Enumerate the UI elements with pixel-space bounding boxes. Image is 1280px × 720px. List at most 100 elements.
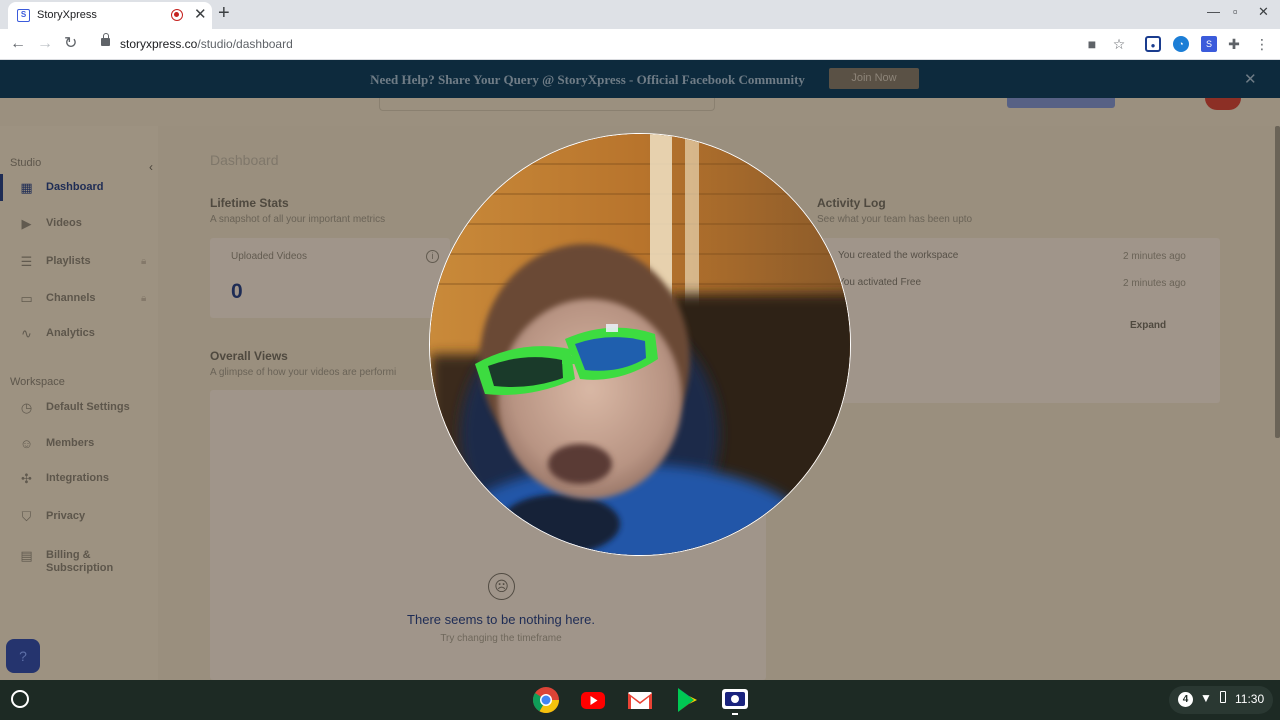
forward-arrow-icon[interactable]: → (37, 34, 53, 54)
analytics-icon: ∿ (21, 326, 32, 341)
info-icon[interactable]: i (426, 250, 439, 263)
video-icon: ▶ (21, 216, 32, 231)
tab-title: StoryXpress (37, 9, 97, 21)
sidebar-item-analytics[interactable]: ∿ Analytics (18, 324, 154, 344)
sidebar-item-videos[interactable]: ▶ Videos (18, 214, 154, 234)
clock-time: 11:30 (1235, 692, 1265, 706)
minimize-window-icon[interactable]: — (1207, 4, 1220, 19)
playlist-icon: ☰ (20, 254, 33, 269)
sidebar-item-label: Videos (46, 217, 82, 229)
url-domain: storyxpress.co (120, 37, 198, 51)
settings-icon: ◷ (20, 400, 33, 415)
browser-tab[interactable]: S StoryXpress ✕ (8, 2, 212, 29)
gmail-icon[interactable] (625, 685, 655, 715)
empty-state-title: There seems to be nothing here. (407, 612, 595, 627)
sidebar-item-label: Playlists (46, 255, 91, 267)
sidebar-section-studio: Studio (10, 157, 42, 169)
wifi-icon: ▼ (1200, 691, 1212, 705)
notification-count-badge[interactable]: 4 (1178, 692, 1193, 707)
shield-icon: ⛉ (21, 509, 32, 524)
billing-icon: ▤ (20, 548, 33, 563)
lifetime-stats-title: Lifetime Stats (210, 196, 289, 210)
sad-face-icon: ☹ (488, 573, 515, 600)
extension-recorder-icon[interactable]: ● (1145, 36, 1161, 52)
grid-icon: ▦ (20, 180, 33, 195)
activity-log-entry: You created the workspace (838, 250, 959, 261)
play-store-icon[interactable] (672, 685, 702, 715)
bookmark-star-icon[interactable]: ☆ (1111, 36, 1127, 52)
reload-icon[interactable]: ↻ (64, 34, 77, 54)
sidebar-item-playlists[interactable]: ☰ Playlists 🔒︎ (18, 252, 154, 272)
sidebar-section-workspace: Workspace (10, 376, 65, 388)
activity-log-time: 2 minutes ago (1123, 278, 1186, 289)
uploaded-videos-card (210, 238, 450, 318)
extension-clock-icon[interactable]: ◔ (1173, 36, 1189, 52)
banner-close-icon[interactable]: ✕ (1244, 70, 1257, 88)
sidebar-item-label: Privacy (46, 510, 86, 522)
recording-indicator-icon (171, 9, 183, 21)
sidebar-item-billing[interactable]: ▤ Billing & Subscription (18, 546, 154, 574)
youtube-icon[interactable] (578, 685, 608, 715)
webcam-video-feed (430, 134, 850, 555)
back-arrow-icon[interactable]: ← (10, 34, 26, 54)
app-primary-button[interactable] (1007, 98, 1115, 108)
sidebar-item-channels[interactable]: ▭ Channels 🔒︎ (18, 289, 154, 309)
new-tab-button[interactable]: + (218, 2, 230, 24)
sidebar-item-label: Analytics (46, 327, 95, 339)
address-bar[interactable]: storyxpress.co/studio/dashboard (120, 37, 293, 51)
lifetime-stats-subtitle: A snapshot of all your important metrics (210, 214, 386, 225)
storyxpress-favicon-icon: S (17, 9, 30, 22)
sidebar-item-label: Channels (46, 292, 96, 304)
sidebar-item-members[interactable]: ☺ Members (18, 434, 154, 454)
sidebar-item-label: Members (46, 437, 95, 449)
join-now-button[interactable]: Join Now (829, 68, 919, 89)
sidebar-item-default-settings[interactable]: ◷ Default Settings (18, 398, 154, 418)
banner-text: Need Help? Share Your Query @ StoryXpres… (370, 72, 805, 87)
channels-icon: ▭ (20, 291, 33, 306)
uploaded-videos-value: 0 (231, 280, 243, 303)
sidebar-item-privacy[interactable]: ⛉ Privacy (18, 507, 154, 527)
browser-toolbar: ← → ↻ storyxpress.co/studio/dashboard ■ … (0, 29, 1280, 60)
overall-views-subtitle: A glimpse of how your videos are perform… (210, 367, 397, 378)
overall-views-title: Overall Views (210, 349, 288, 363)
activity-log-subtitle: See what your team has been upto (817, 214, 973, 225)
help-banner: Need Help? Share Your Query @ StoryXpres… (0, 60, 1280, 98)
tab-close-icon[interactable]: ✕ (194, 6, 207, 24)
page-scrollbar[interactable] (1275, 126, 1280, 438)
chrome-icon[interactable] (531, 685, 561, 715)
app-search-field[interactable] (379, 98, 715, 111)
activity-log-entry: You activated Free (838, 277, 922, 288)
screen-recorder-icon[interactable] (720, 685, 750, 715)
sidebar-item-label: Integrations (46, 472, 109, 484)
launcher-icon[interactable] (11, 690, 29, 708)
integrations-icon: ✣ (21, 471, 32, 486)
sidebar-item-dashboard[interactable]: ▦ Dashboard (18, 178, 154, 198)
empty-state-subtitle: Try changing the timeframe (440, 633, 562, 644)
lock-icon: 🔒︎ (141, 256, 147, 267)
sidebar-collapse-icon[interactable]: ‹ (149, 160, 153, 174)
sidebar-item-label: Dashboard (46, 181, 104, 193)
close-window-icon[interactable]: ✕ (1258, 4, 1269, 20)
webcam-preview-bubble[interactable] (429, 133, 851, 556)
sidebar-active-indicator (0, 174, 3, 201)
battery-icon (1220, 691, 1226, 703)
lock-icon: 🔒︎ (141, 293, 147, 304)
lock-icon[interactable] (101, 33, 110, 46)
maximize-window-icon[interactable]: ▫ (1233, 4, 1238, 19)
extensions-puzzle-icon[interactable]: ✚ (1226, 36, 1242, 52)
help-button[interactable]: ? (6, 639, 40, 673)
activity-log-time: 2 minutes ago (1123, 251, 1186, 262)
sidebar-item-label: Default Settings (46, 401, 130, 413)
extension-storyxpress-icon[interactable]: S (1201, 36, 1217, 52)
camera-in-use-icon[interactable]: ■ (1084, 36, 1100, 52)
chrome-menu-icon[interactable]: ⋮ (1254, 36, 1270, 52)
uploaded-videos-label: Uploaded Videos (231, 251, 307, 262)
sidebar-item-integrations[interactable]: ✣ Integrations (18, 469, 154, 489)
members-icon: ☺ (19, 436, 34, 451)
expand-button[interactable]: Expand (1130, 320, 1166, 331)
page-title: Dashboard (210, 152, 279, 168)
sidebar-item-label: Billing & Subscription (46, 549, 114, 574)
activity-log-title: Activity Log (817, 196, 886, 210)
url-path: /studio/dashboard (197, 37, 293, 51)
browser-tab-strip: S StoryXpress ✕ + — ▫ ✕ (0, 0, 1280, 29)
